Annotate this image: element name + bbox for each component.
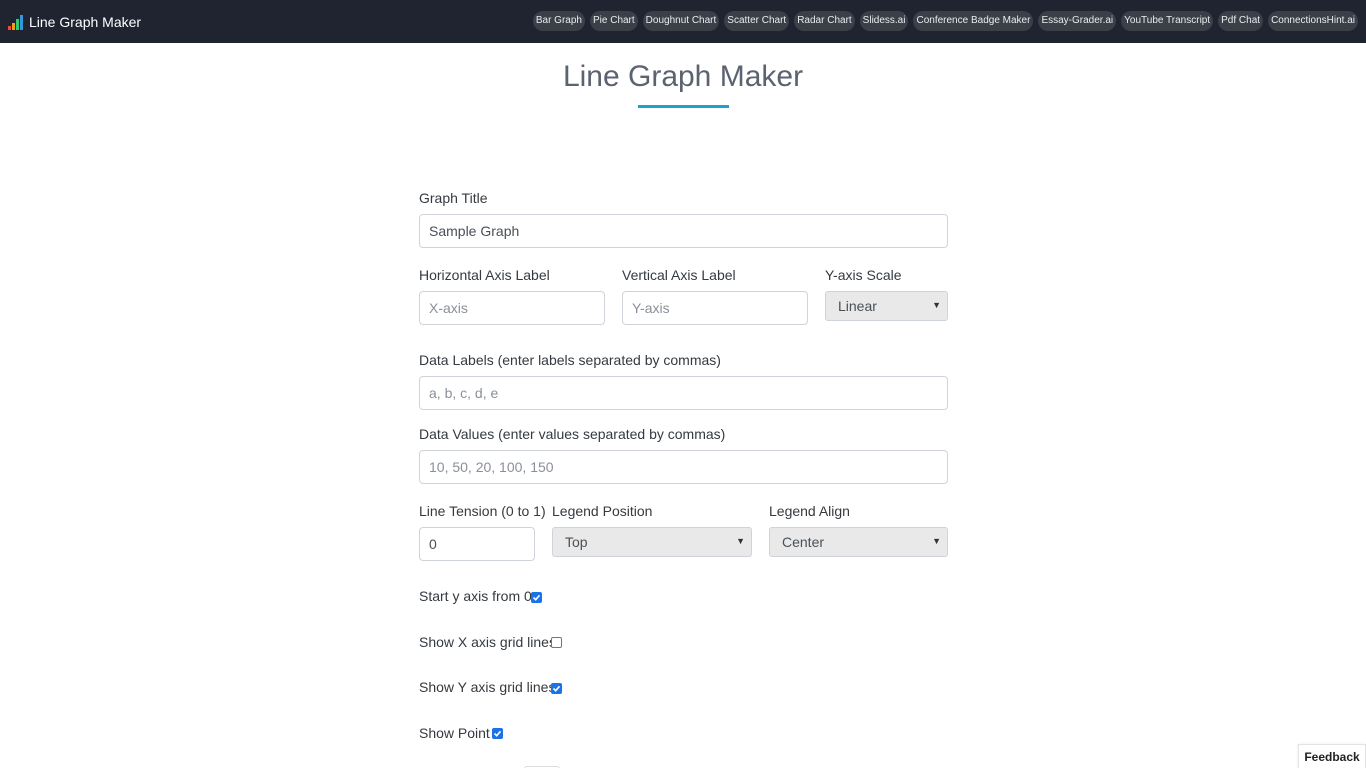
- brand[interactable]: Line Graph Maker: [8, 0, 141, 43]
- data-labels-input[interactable]: [419, 376, 948, 410]
- checkmark-icon: [493, 730, 502, 737]
- data-labels-label: Data Labels (enter labels separated by c…: [419, 352, 721, 368]
- show-point-label: Show Point: [419, 725, 490, 741]
- page-title: Line Graph Maker: [562, 60, 804, 93]
- nav-link-slidess[interactable]: Slidess.ai: [859, 11, 909, 31]
- chevron-down-icon: ▼: [932, 300, 941, 310]
- chevron-down-icon: ▼: [932, 536, 941, 546]
- x-axis-label-input[interactable]: [419, 291, 605, 325]
- start-y-zero-checkbox[interactable]: [531, 592, 542, 603]
- show-point-checkbox[interactable]: [492, 728, 503, 739]
- nav-links: Bar Graph Pie Chart Doughnut Chart Scatt…: [532, 11, 1358, 31]
- show-x-grid-checkbox[interactable]: [551, 637, 562, 648]
- nav-link-doughnut-chart[interactable]: Doughnut Chart: [642, 11, 720, 31]
- legend-position-label: Legend Position: [552, 503, 653, 519]
- legend-align-select[interactable]: Center ▼: [769, 527, 948, 557]
- legend-position-select[interactable]: Top ▼: [552, 527, 752, 557]
- y-axis-label-input[interactable]: [622, 291, 808, 325]
- brand-name: Line Graph Maker: [29, 13, 142, 30]
- y-axis-scale-value: Linear: [838, 298, 877, 314]
- bar-chart-logo-icon: [8, 14, 24, 30]
- title-underline: [638, 105, 729, 108]
- start-y-zero-label: Start y axis from 0: [419, 588, 532, 604]
- data-values-input[interactable]: [419, 450, 948, 484]
- y-axis-label-label: Vertical Axis Label: [622, 267, 736, 283]
- line-tension-label: Line Tension (0 to 1): [419, 503, 546, 519]
- nav-link-essay-grader[interactable]: Essay-Grader.ai: [1038, 11, 1117, 31]
- nav-link-connectionshint[interactable]: ConnectionsHint.ai: [1268, 11, 1358, 31]
- nav-link-pie-chart[interactable]: Pie Chart: [589, 11, 638, 31]
- nav-link-conference-badge-maker[interactable]: Conference Badge Maker: [913, 11, 1034, 31]
- checkmark-icon: [532, 594, 541, 601]
- y-axis-scale-label: Y-axis Scale: [825, 267, 902, 283]
- nav-link-pdf-chat[interactable]: Pdf Chat: [1218, 11, 1264, 31]
- feedback-button[interactable]: Feedback: [1298, 744, 1366, 768]
- show-x-grid-label: Show X axis grid lines: [419, 634, 556, 650]
- legend-position-value: Top: [565, 534, 588, 550]
- y-axis-scale-select[interactable]: Linear ▼: [825, 291, 948, 321]
- nav-link-youtube-transcript[interactable]: YouTube Transcript: [1121, 11, 1214, 31]
- x-axis-label-label: Horizontal Axis Label: [419, 267, 550, 283]
- legend-align-value: Center: [782, 534, 825, 550]
- nav-link-radar-chart[interactable]: Radar Chart: [794, 11, 855, 31]
- nav-link-scatter-chart[interactable]: Scatter Chart: [724, 11, 790, 31]
- checkmark-icon: [552, 685, 561, 692]
- graph-title-input[interactable]: [419, 214, 948, 248]
- show-y-grid-checkbox[interactable]: [551, 683, 562, 694]
- show-y-grid-label: Show Y axis grid lines: [419, 679, 556, 695]
- graph-title-label: Graph Title: [419, 190, 488, 206]
- top-navbar: Line Graph Maker Bar Graph Pie Chart Dou…: [0, 0, 1366, 43]
- data-values-label: Data Values (enter values separated by c…: [419, 426, 726, 442]
- nav-link-bar-graph[interactable]: Bar Graph: [532, 11, 585, 31]
- line-tension-input[interactable]: [419, 527, 535, 561]
- chevron-down-icon: ▼: [736, 536, 745, 546]
- legend-align-label: Legend Align: [769, 503, 850, 519]
